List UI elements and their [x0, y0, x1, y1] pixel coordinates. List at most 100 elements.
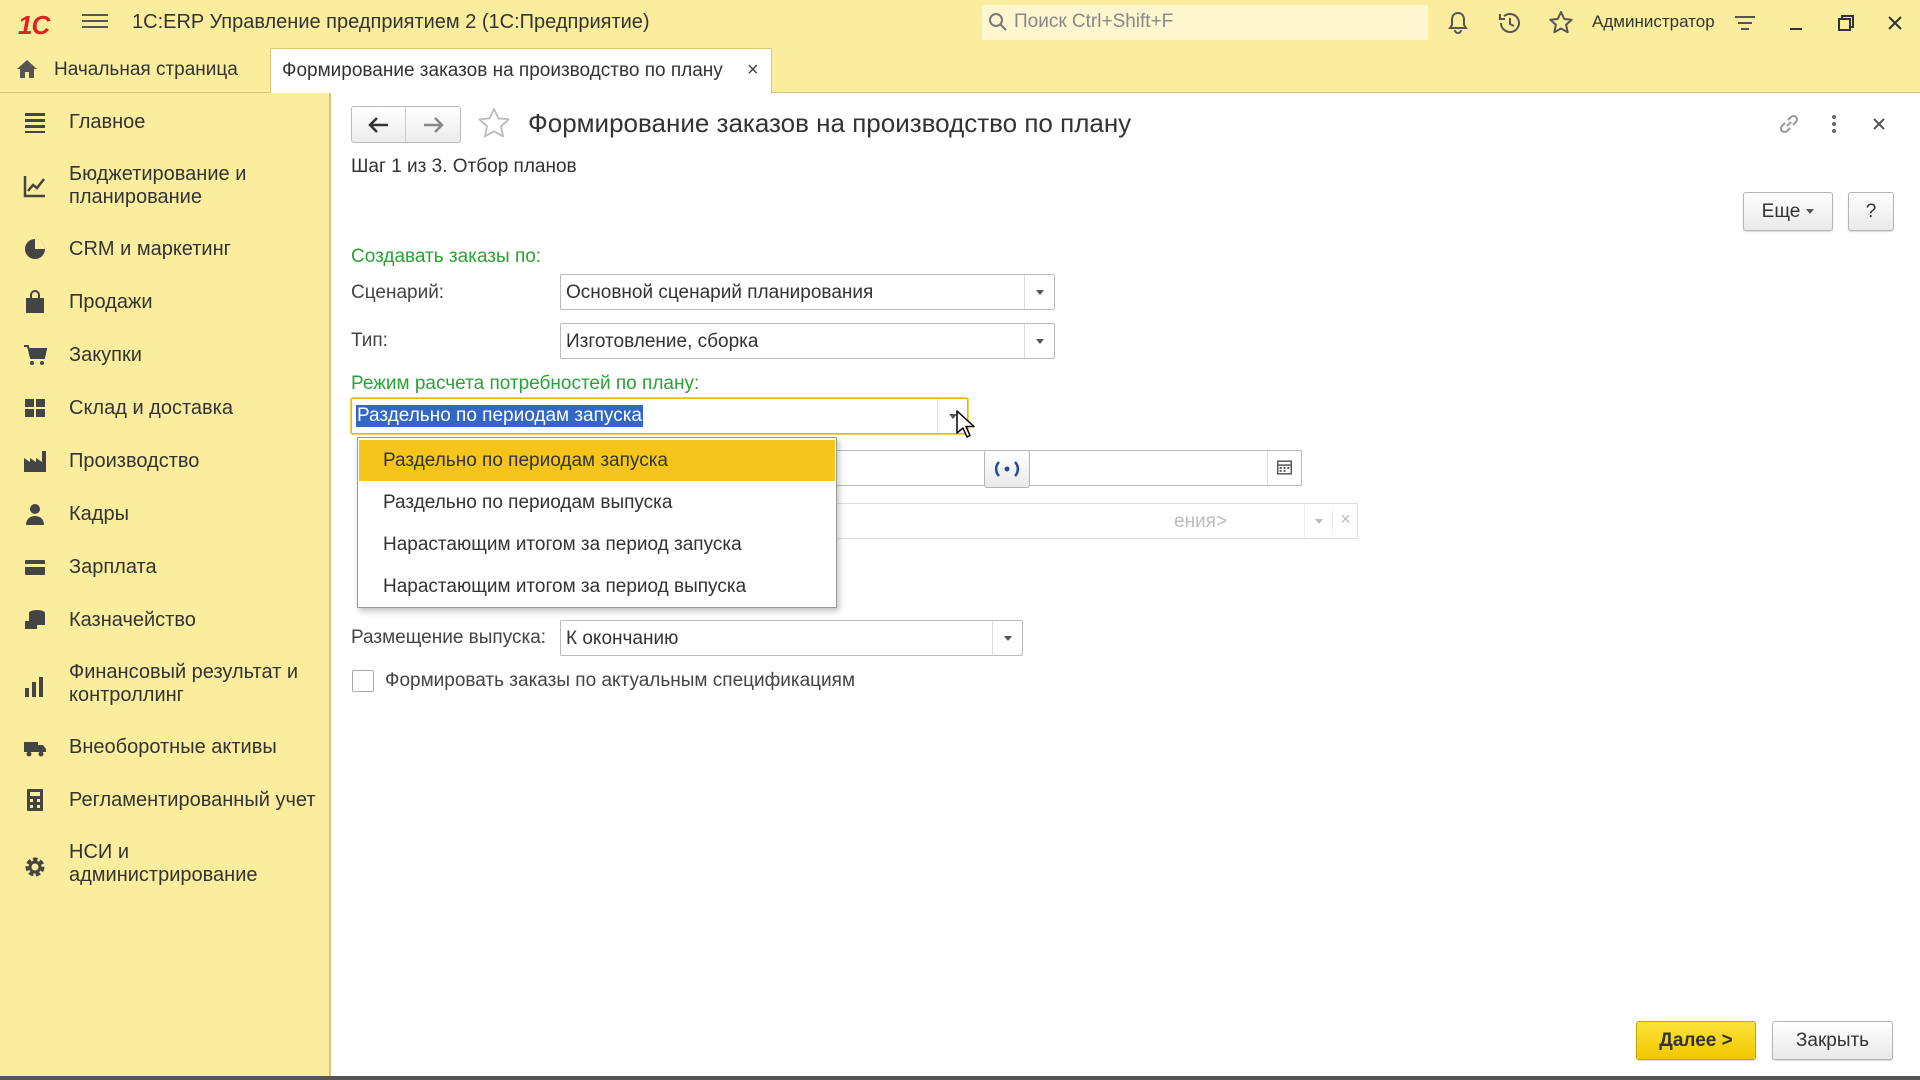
calc-mode-field[interactable]: Раздельно по периодам запуска — [351, 398, 968, 434]
more-button[interactable]: Еще — [1743, 192, 1833, 231]
type-field[interactable]: Изготовление, сборка — [560, 323, 1055, 359]
sidebar-item-label: Кадры — [69, 503, 129, 525]
disabled-dropdown-button — [1304, 504, 1332, 538]
home-icon — [17, 60, 37, 78]
sidebar-item-label: Зарплата — [69, 556, 157, 578]
cart-icon — [24, 345, 48, 365]
back-button[interactable] — [352, 107, 406, 142]
actual-specs-checkbox[interactable] — [352, 670, 374, 692]
main-menu-button[interactable] — [82, 10, 108, 34]
sidebar-item-label: Казначейство — [69, 609, 196, 631]
dropdown-option[interactable]: Раздельно по периодам запуска — [359, 440, 835, 481]
search-input[interactable] — [1014, 9, 1414, 35]
type-dropdown-button[interactable] — [1024, 324, 1054, 358]
more-vertical-icon[interactable] — [1820, 110, 1848, 138]
favorites-star-icon[interactable] — [1547, 9, 1575, 37]
scenario-value: Основной сценарий планирования — [566, 282, 874, 303]
dropdown-option-label: Раздельно по периодам запуска — [383, 450, 668, 471]
gear-icon — [25, 857, 45, 877]
budget-chart-icon — [23, 176, 45, 198]
sidebar-item-label: Финансовый результат и контроллинг — [69, 661, 299, 706]
tab-active-document[interactable]: Формирование заказов на производство по … — [270, 48, 772, 94]
bell-icon[interactable] — [1444, 9, 1472, 37]
clear-icon: × — [1332, 509, 1358, 535]
truck-icon — [24, 742, 46, 757]
menu-lines-icon — [25, 113, 45, 133]
search-box[interactable] — [982, 5, 1428, 40]
dropdown-option[interactable]: Нарастающим итогом за период запуска — [359, 524, 835, 565]
date-field[interactable] — [828, 450, 1302, 486]
disabled-selection-field: ения> × — [828, 503, 1358, 539]
close-form-icon[interactable] — [1865, 110, 1893, 138]
type-value: Изготовление, сборка — [566, 331, 759, 352]
dropdown-option-label: Нарастающим итогом за период выпуска — [383, 576, 747, 597]
dropdown-option[interactable]: Раздельно по периодам выпуска — [359, 482, 835, 523]
calc-mode-selected-text: Раздельно по периодам запуска — [356, 405, 643, 427]
sidebar-item-label: Продажи — [69, 291, 153, 313]
sidebar-item-label: Внеоборотные активы — [69, 736, 277, 758]
placement-value: К окончанию — [566, 628, 679, 649]
person-icon — [26, 504, 44, 525]
factory-icon — [24, 451, 46, 472]
wallet-icon — [25, 560, 45, 575]
restore-icon[interactable] — [1833, 10, 1859, 36]
tab-active-label: Формирование заказов на производство по … — [282, 60, 723, 81]
shopping-bag-icon — [26, 290, 44, 313]
search-icon — [989, 13, 1007, 31]
sidebar-item-label: Бюджетирование и планирование — [69, 163, 247, 208]
app-title: 1С:ERP Управление предприятием 2 (1С:Пре… — [132, 11, 650, 33]
select-period-button[interactable] — [984, 450, 1030, 488]
close-button[interactable]: Закрыть — [1772, 1021, 1893, 1060]
warehouse-grid-icon — [25, 399, 45, 417]
dropdown-option-label: Раздельно по периодам выпуска — [383, 492, 673, 513]
arrow-right-icon — [424, 117, 444, 133]
tab-home-label: Начальная страница — [54, 59, 238, 80]
type-label: Тип: — [351, 330, 388, 351]
scenario-label: Сценарий: — [351, 282, 445, 303]
page-title: Формирование заказов на производство по … — [528, 108, 1132, 138]
close-window-icon[interactable] — [1882, 10, 1908, 36]
placement-field[interactable]: К окончанию — [560, 620, 1023, 656]
create-orders-section-label: Создавать заказы по: — [351, 246, 542, 267]
placement-dropdown-button[interactable] — [992, 621, 1022, 655]
sidebar-item-label: Закупки — [69, 344, 142, 366]
sidebar-item-label: НСИ и администрирование — [69, 841, 258, 886]
actual-specs-checkbox-label[interactable]: Формировать заказы по актуальным специфи… — [385, 670, 855, 692]
tab-home[interactable]: Начальная страница — [0, 45, 266, 93]
sidebar-item-label: Производство — [69, 450, 200, 472]
minimize-icon[interactable] — [1783, 10, 1809, 36]
link-icon[interactable] — [1775, 110, 1803, 138]
step-label: Шаг 1 из 3. Отбор планов — [351, 156, 577, 177]
disabled-field-text: ения> — [1174, 511, 1228, 532]
pie-chart-icon — [25, 239, 45, 259]
sidebar: Главное Бюджетирование и планирование CR… — [0, 93, 331, 1080]
calculator-icon — [27, 789, 43, 811]
scenario-dropdown-button[interactable] — [1024, 275, 1054, 309]
tab-close-icon[interactable]: × — [747, 59, 759, 82]
forward-button[interactable] — [406, 107, 460, 142]
help-button[interactable]: ? — [1848, 192, 1894, 231]
placement-label: Размещение выпуска: — [351, 627, 547, 648]
sidebar-item-label: CRM и маркетинг — [69, 238, 231, 260]
add-to-favorites-star-icon[interactable] — [476, 106, 512, 142]
current-user[interactable]: Администратор — [1592, 12, 1715, 32]
arrow-left-icon — [368, 117, 388, 133]
tabs-bar: Начальная страница Формирование заказов … — [0, 45, 1920, 94]
more-button-label: Еще — [1761, 201, 1801, 222]
app-logo: 1С — [18, 10, 50, 40]
period-icon — [994, 461, 1020, 477]
mouse-cursor-icon — [956, 410, 975, 438]
calc-mode-section-label: Режим расчета потребностей по плану: — [351, 373, 700, 394]
chevron-down-icon — [1806, 209, 1815, 215]
settings-lines-icon[interactable] — [1732, 10, 1758, 36]
bottom-strip — [0, 1076, 1920, 1080]
bar-chart-icon — [25, 677, 43, 697]
sidebar-item-label: Регламентированный учет — [69, 789, 316, 811]
sidebar-item-label: Склад и доставка — [69, 397, 233, 419]
calendar-icon[interactable] — [1267, 451, 1301, 485]
dropdown-option[interactable]: Нарастающим итогом за период выпуска — [359, 566, 835, 607]
history-icon[interactable] — [1496, 9, 1524, 37]
calc-mode-dropdown-list: Раздельно по периодам запуска Раздельно … — [357, 437, 837, 608]
scenario-field[interactable]: Основной сценарий планирования — [560, 274, 1055, 310]
next-button[interactable]: Далее > — [1636, 1021, 1756, 1060]
